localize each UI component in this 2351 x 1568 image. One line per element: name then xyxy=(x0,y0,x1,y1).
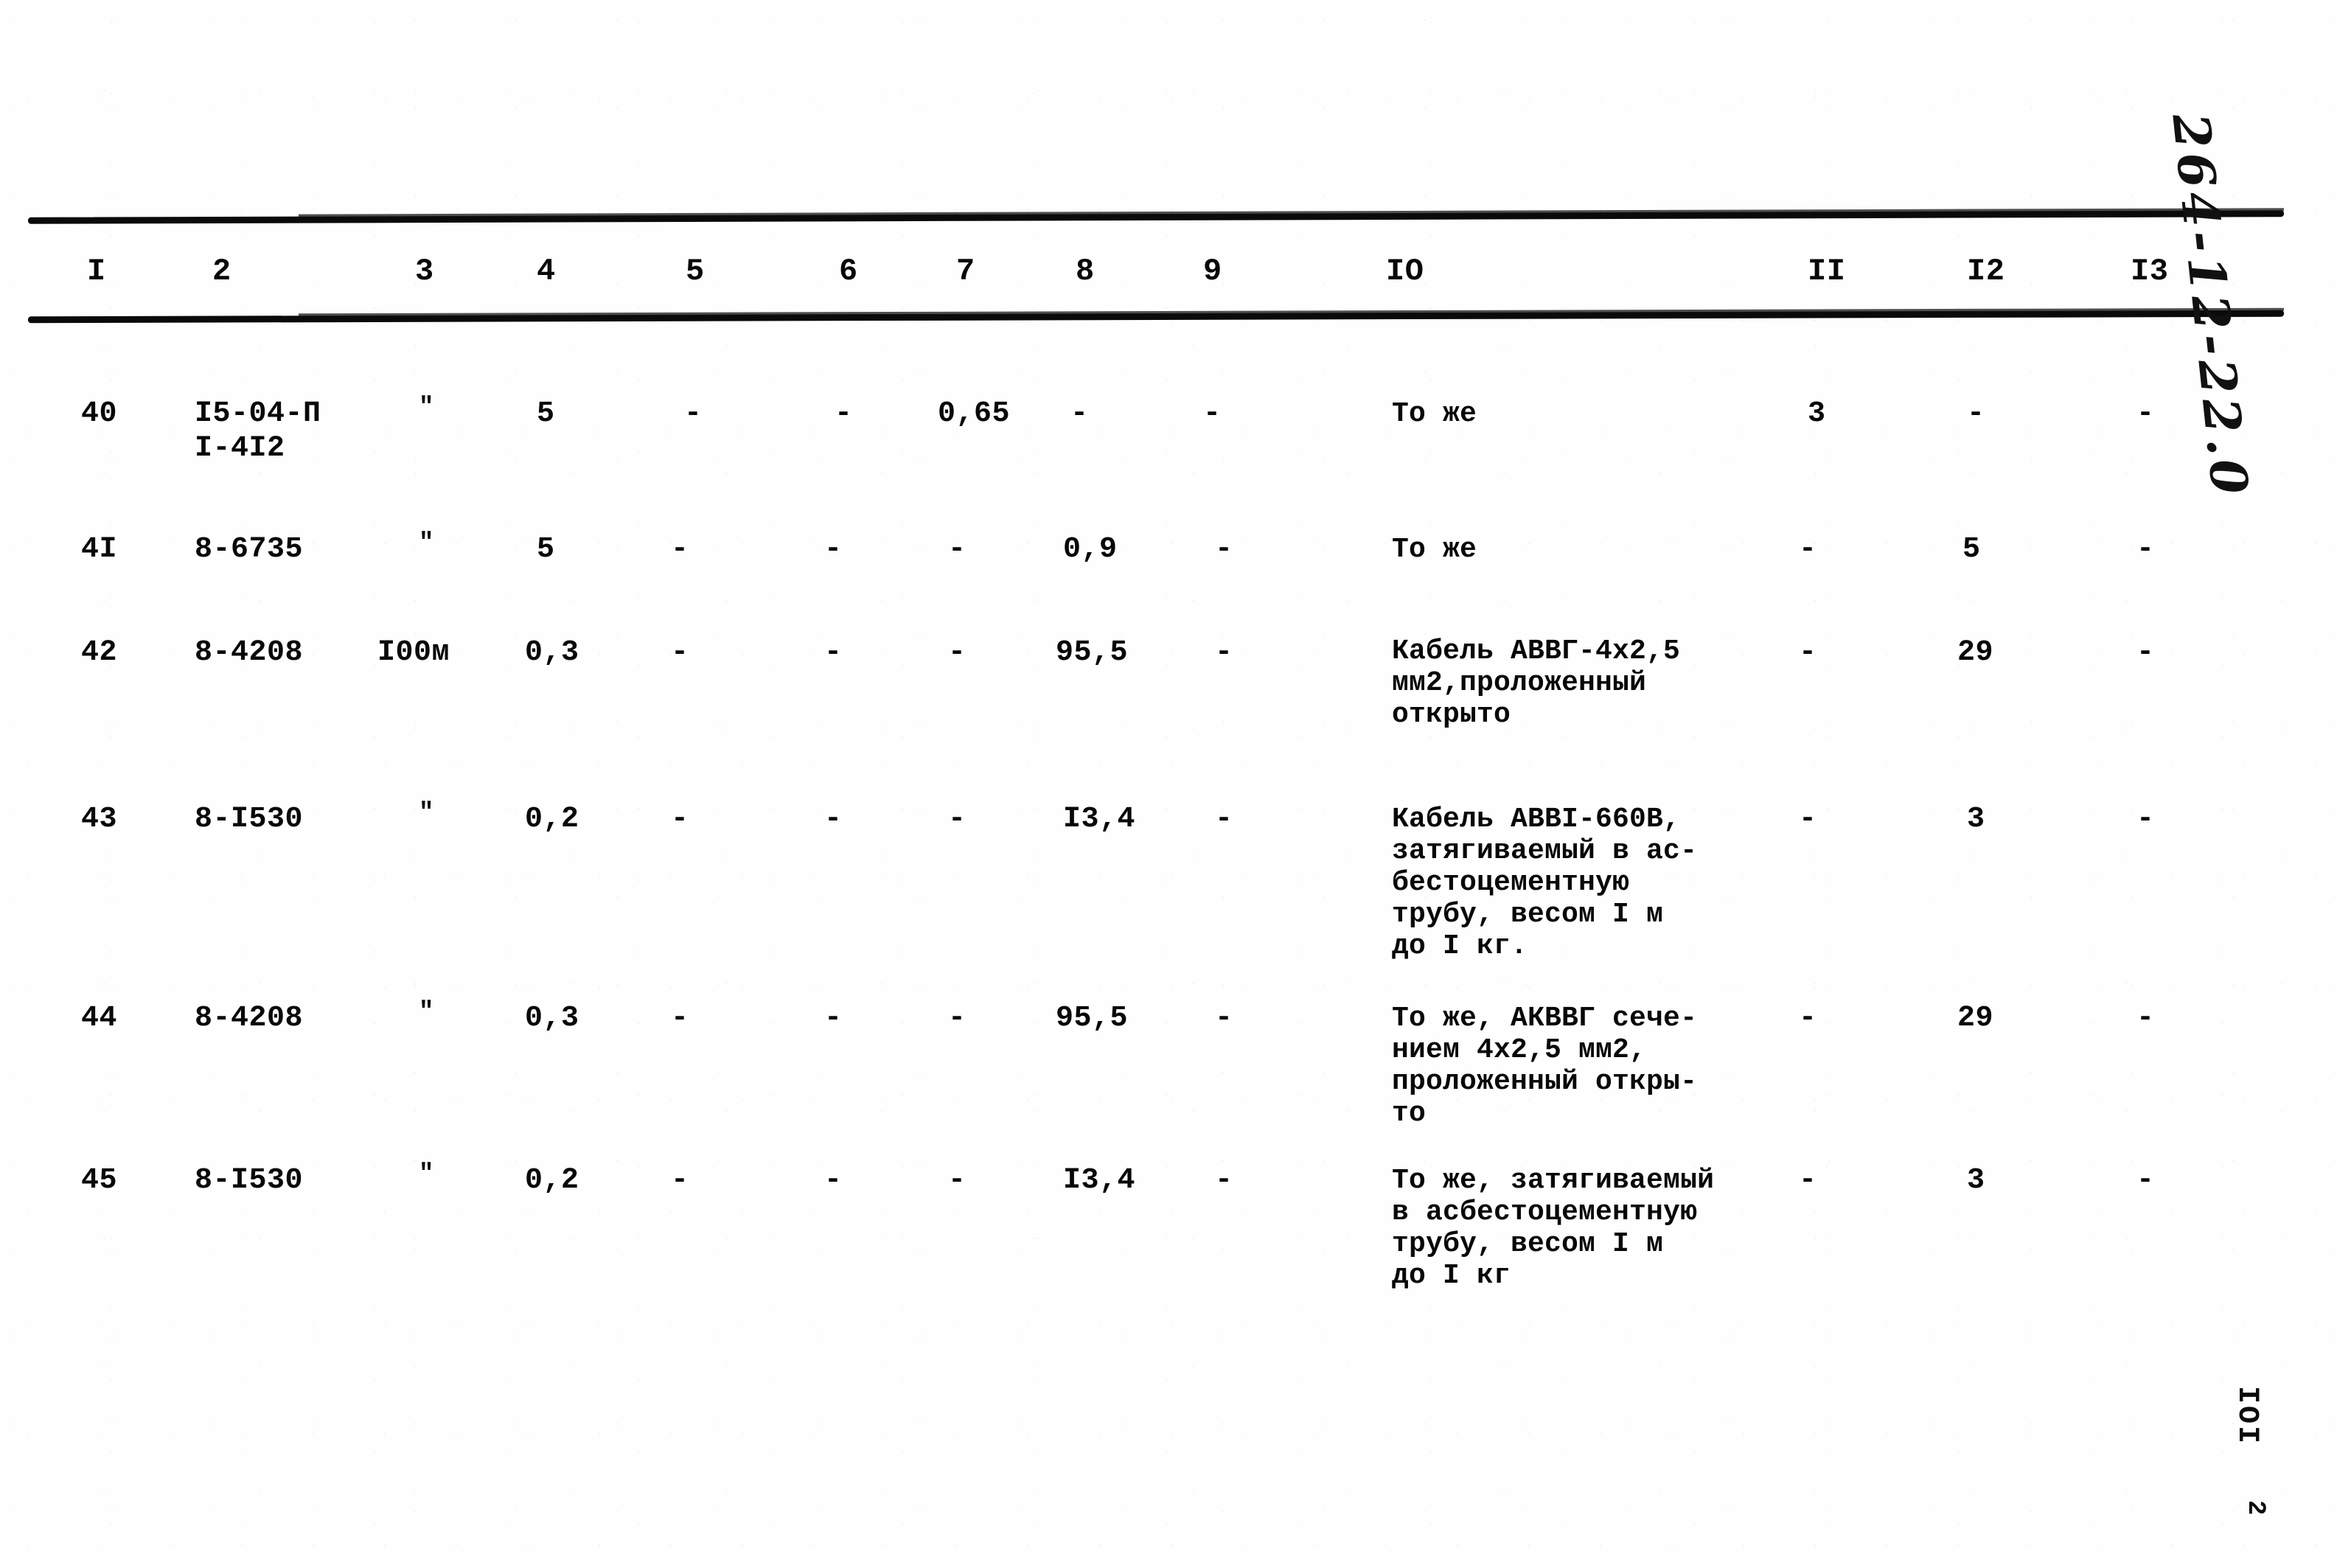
row-43-col-12: 3 xyxy=(1967,803,1985,836)
row-40-col-12: - xyxy=(1967,397,1985,431)
row-44-col-1: 44 xyxy=(81,1002,118,1035)
column-header-2: 2 xyxy=(212,254,231,289)
row-42-col-9: - xyxy=(1215,636,1233,669)
row-45-col-1: 45 xyxy=(81,1164,118,1197)
row-44-col-2: 8-4208 xyxy=(195,1002,304,1035)
row-40-col-5: - xyxy=(684,397,703,431)
row-45-col-11: - xyxy=(1799,1164,1817,1197)
row-41-col-5: - xyxy=(671,533,689,566)
row-42-col-4: 0,3 xyxy=(525,636,579,669)
column-header-4: 4 xyxy=(537,254,556,289)
row-41-col-12: 5 xyxy=(1962,533,1981,566)
row-45-col-6: - xyxy=(824,1164,843,1197)
handwritten-margin-annotation: 264-12-22.0 xyxy=(2160,111,2260,502)
row-43-col-11: - xyxy=(1799,803,1817,836)
row-44-col-8: 95,5 xyxy=(1056,1002,1129,1035)
row-41-col-9: - xyxy=(1215,533,1233,566)
row-41-col-1: 4I xyxy=(81,533,118,566)
row-42-col-12: 29 xyxy=(1957,636,1994,669)
row-42-col-2: 8-4208 xyxy=(195,636,304,669)
row-41-col-7: - xyxy=(948,533,966,566)
row-43-col-7: - xyxy=(948,803,966,836)
row-42-col-5: - xyxy=(671,636,689,669)
row-45-col-4: 0,2 xyxy=(525,1164,579,1197)
row-45-col-5: - xyxy=(671,1164,689,1197)
row-42-col-3: I00м xyxy=(377,636,450,669)
row-44-col-10: То же, АКВВГ сече- нием 4х2,5 мм2, проло… xyxy=(1392,1003,1698,1129)
row-41-col-3: " xyxy=(419,529,434,557)
row-44-col-13: - xyxy=(2136,1002,2155,1035)
column-header-11: II xyxy=(1808,254,1846,289)
page-mark: 2 xyxy=(2241,1500,2269,1516)
row-43-col-3: " xyxy=(419,799,434,827)
column-header-8: 8 xyxy=(1076,254,1095,289)
scan-grain-overlay xyxy=(0,0,2351,1568)
row-40-col-7: 0,65 xyxy=(938,397,1011,431)
row-44-col-11: - xyxy=(1799,1002,1817,1035)
row-43-col-9: - xyxy=(1215,803,1233,836)
row-42-col-10: Кабель АВВГ-4х2,5 мм2,проложенный открыт… xyxy=(1392,635,1681,731)
row-40-col-11: 3 xyxy=(1808,397,1826,431)
row-44-col-6: - xyxy=(824,1002,843,1035)
row-43-col-8: I3,4 xyxy=(1063,803,1136,836)
column-header-3: 3 xyxy=(415,254,434,289)
column-header-5: 5 xyxy=(686,254,705,289)
row-45-col-2: 8-I530 xyxy=(195,1164,304,1197)
row-43-col-4: 0,2 xyxy=(525,803,579,836)
row-41-col-13: - xyxy=(2136,533,2155,566)
row-41-col-6: - xyxy=(824,533,843,566)
row-40-col-9: - xyxy=(1203,397,1222,431)
row-45-col-9: - xyxy=(1215,1164,1233,1197)
row-43-col-2: 8-I530 xyxy=(195,803,304,836)
row-44-col-9: - xyxy=(1215,1002,1233,1035)
row-40-col-3: " xyxy=(419,394,434,422)
row-40-col-2: I5-04-П I-4I2 xyxy=(195,397,321,465)
row-40-col-10: То же xyxy=(1392,398,1477,430)
row-44-col-5: - xyxy=(671,1002,689,1035)
row-43-col-13: - xyxy=(2136,803,2155,836)
row-45-col-10: То же, затягиваемый в асбестоцементную т… xyxy=(1392,1165,1715,1292)
row-44-col-4: 0,3 xyxy=(525,1002,579,1035)
row-42-col-1: 42 xyxy=(81,636,118,669)
row-43-col-5: - xyxy=(671,803,689,836)
row-40-col-6: - xyxy=(835,397,853,431)
column-header-12: I2 xyxy=(1967,254,2005,289)
row-41-col-11: - xyxy=(1799,533,1817,566)
table-top-rule xyxy=(27,210,2285,224)
row-42-col-7: - xyxy=(948,636,966,669)
row-40-col-4: 5 xyxy=(537,397,555,431)
row-40-col-13: - xyxy=(2136,397,2155,431)
row-43-col-6: - xyxy=(824,803,843,836)
column-header-13: I3 xyxy=(2131,254,2169,289)
row-41-col-8: 0,9 xyxy=(1063,533,1118,566)
column-header-7: 7 xyxy=(956,254,975,289)
row-41-col-10: То же xyxy=(1392,534,1477,565)
row-45-col-12: 3 xyxy=(1967,1164,1985,1197)
table-header-bottom-rule xyxy=(27,310,2285,324)
row-43-col-1: 43 xyxy=(81,803,118,836)
column-header-10: IO xyxy=(1386,254,1424,289)
row-40-col-1: 40 xyxy=(81,397,118,431)
column-header-9: 9 xyxy=(1203,254,1222,289)
row-45-col-13: - xyxy=(2136,1164,2155,1197)
row-43-col-10: Кабель АВВI-660В, затягиваемый в ас- бес… xyxy=(1392,804,1698,962)
row-40-col-8: - xyxy=(1070,397,1089,431)
scanned-page: I 2 3 4 5 6 7 8 9 IO II I2 I3 40 I5-04-П… xyxy=(0,0,2351,1568)
row-42-col-8: 95,5 xyxy=(1056,636,1129,669)
page-number: IOI xyxy=(2230,1386,2263,1446)
row-42-col-11: - xyxy=(1799,636,1817,669)
row-44-col-7: - xyxy=(948,1002,966,1035)
row-42-col-13: - xyxy=(2136,636,2155,669)
row-44-col-3: " xyxy=(419,998,434,1026)
column-header-1: I xyxy=(87,254,106,289)
row-41-col-2: 8-6735 xyxy=(195,533,304,566)
row-41-col-4: 5 xyxy=(537,533,555,566)
row-45-col-3: " xyxy=(419,1160,434,1188)
row-45-col-7: - xyxy=(948,1164,966,1197)
row-44-col-12: 29 xyxy=(1957,1002,1994,1035)
row-45-col-8: I3,4 xyxy=(1063,1164,1136,1197)
row-42-col-6: - xyxy=(824,636,843,669)
column-header-6: 6 xyxy=(839,254,858,289)
